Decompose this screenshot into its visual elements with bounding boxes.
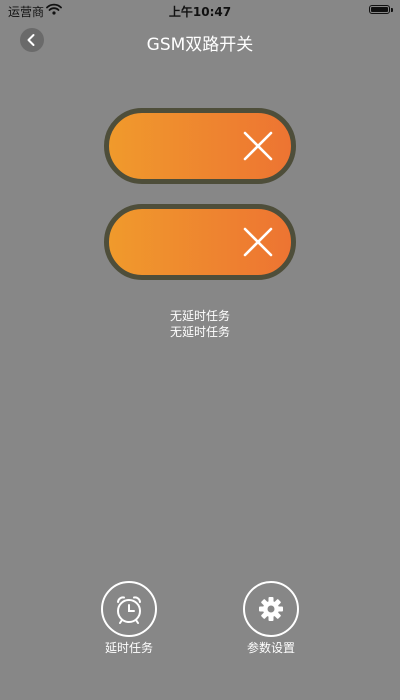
gear-icon (259, 597, 283, 621)
status-bar: 运营商 上午10:47 (0, 0, 400, 20)
nav-bar: GSM双路开关 (0, 20, 400, 60)
delay-task-status: 无延时任务 无延时任务 (0, 308, 400, 340)
settings-label: 参数设置 (246, 641, 295, 655)
close-x-icon (243, 131, 273, 161)
alarm-clock-icon (117, 596, 141, 624)
switch-channel-1[interactable] (104, 108, 296, 184)
switch-channel-2[interactable] (104, 204, 296, 280)
battery-icon (369, 5, 390, 14)
delay-task-label: 延时任务 (104, 641, 153, 655)
battery-tip (391, 8, 393, 12)
delay-task-status-1: 无延时任务 (169, 309, 230, 323)
delay-task-status-2: 无延时任务 (169, 325, 230, 339)
page-title: GSM双路开关 (146, 35, 254, 55)
settings-button[interactable] (243, 581, 299, 637)
close-x-icon (243, 227, 273, 257)
delay-task-button[interactable] (101, 581, 157, 637)
status-time: 上午10:47 (168, 5, 232, 19)
